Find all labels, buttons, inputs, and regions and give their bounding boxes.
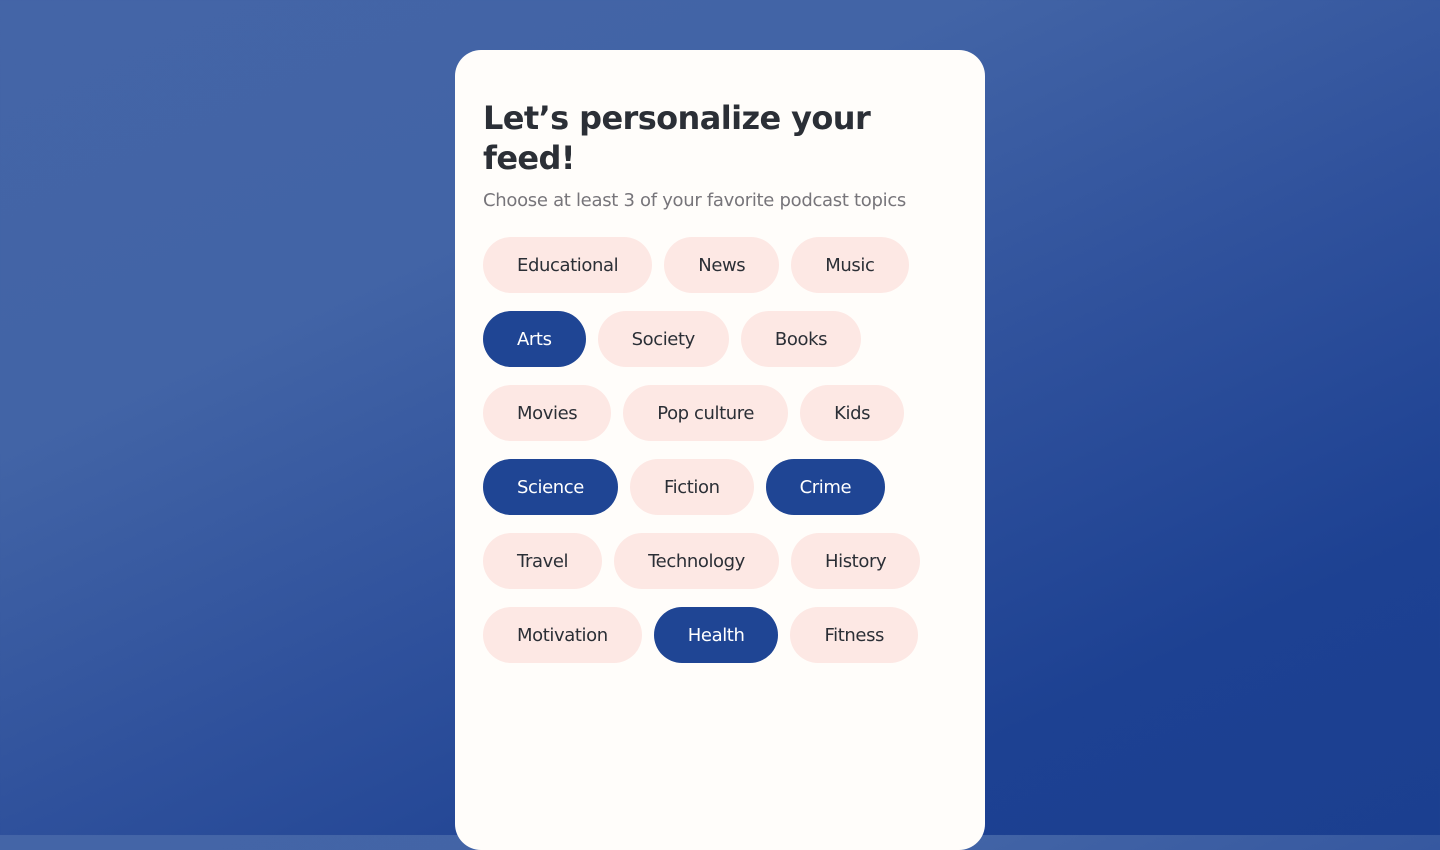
- topic-chip-kids[interactable]: Kids: [800, 385, 905, 441]
- topic-chip-books[interactable]: Books: [740, 311, 862, 367]
- topic-chip-news[interactable]: News: [664, 237, 780, 293]
- topic-chip-educational[interactable]: Educational: [483, 237, 653, 293]
- topic-chip-science[interactable]: Science: [483, 459, 618, 515]
- topic-chip-history[interactable]: History: [790, 533, 921, 589]
- topic-chip-list: Educational News Music Arts Society Books Movi…: [483, 237, 953, 663]
- topic-chip-technology[interactable]: Technology: [614, 533, 779, 589]
- topic-chip-fitness[interactable]: Fitness: [790, 607, 919, 663]
- topic-chip-health[interactable]: Health: [653, 607, 779, 663]
- topic-chip-crime[interactable]: Crime: [765, 459, 886, 515]
- topic-chip-travel[interactable]: Travel: [483, 533, 603, 589]
- topic-chip-movies[interactable]: Movies: [483, 385, 612, 441]
- page-subtitle: Choose at least 3 of your favorite podca…: [483, 190, 906, 211]
- topic-chip-society[interactable]: Society: [597, 311, 729, 367]
- topic-chip-music[interactable]: Music: [791, 237, 909, 293]
- topic-chip-fiction[interactable]: Fiction: [629, 459, 754, 515]
- page-title: Let’s personalize your feed!: [483, 99, 871, 177]
- topic-selection-card: Let’s personalize your feed! Choose at l…: [455, 50, 985, 850]
- topic-chip-motivation[interactable]: Motivation: [483, 607, 642, 663]
- topic-chip-pop-culture[interactable]: Pop culture: [623, 385, 789, 441]
- topic-chip-arts[interactable]: Arts: [483, 311, 586, 367]
